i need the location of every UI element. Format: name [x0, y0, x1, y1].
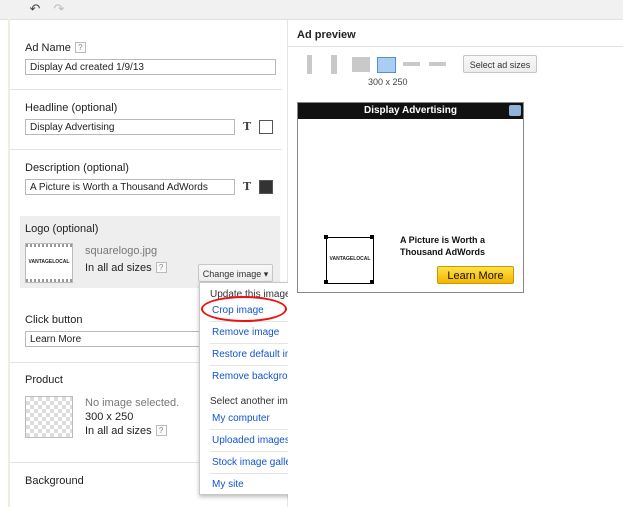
product-image-placeholder	[25, 396, 73, 438]
product-label: Product	[25, 374, 63, 386]
ad-size-square-icon[interactable]	[352, 57, 370, 72]
help-icon[interactable]: ?	[155, 262, 167, 273]
adchoices-icon	[509, 105, 521, 116]
description-color-swatch[interactable]	[259, 180, 273, 194]
crop-handle[interactable]	[324, 235, 328, 239]
logo-thumbnail: VANTAGELOCAL	[25, 243, 73, 283]
help-icon[interactable]: ?	[155, 425, 167, 436]
undo-icon[interactable]: ↶	[26, 2, 44, 16]
logo-thumb-text: VANTAGELOCAL	[28, 259, 70, 265]
text-format-icon[interactable]: T	[243, 180, 251, 193]
logo-sizes: In all ad sizes?	[85, 262, 167, 274]
toolbar: ↶ ↷	[0, 0, 623, 20]
description-input[interactable]: A Picture is Worth a Thousand AdWords	[25, 179, 235, 195]
ad-description: A Picture is Worth a Thousand AdWords	[400, 235, 486, 257]
click-button-label: Click button	[25, 314, 83, 326]
menu-item-my-computer[interactable]: My computer	[212, 413, 270, 424]
product-size: 300 x 250	[85, 411, 134, 423]
headline-color-swatch[interactable]	[259, 120, 273, 134]
ad-headline: Display Advertising	[298, 103, 523, 119]
ad-name-input[interactable]: Display Ad created 1/9/13	[25, 59, 276, 75]
ad-size-banner-icon[interactable]	[429, 62, 446, 66]
ad-size-leaderboard-icon[interactable]	[403, 62, 420, 66]
ad-logo: VANTAGELOCAL	[326, 237, 374, 284]
selected-size-label: 300 x 250	[368, 77, 408, 87]
crop-handle[interactable]	[370, 280, 374, 284]
change-image-button[interactable]: Change image ▾	[198, 264, 273, 282]
headline-label: Headline (optional)	[25, 102, 118, 114]
ad-size-medium-rectangle-icon[interactable]	[377, 57, 396, 73]
select-ad-sizes-button[interactable]: Select ad sizes	[463, 55, 537, 73]
divider	[288, 46, 623, 47]
help-icon[interactable]: ?	[74, 42, 86, 53]
text-format-icon[interactable]: T	[243, 120, 251, 133]
chevron-down-icon: ▾	[263, 269, 269, 279]
product-sizes: In all ad sizes?	[85, 425, 167, 437]
crop-handle[interactable]	[324, 280, 328, 284]
redo-icon[interactable]: ↷	[50, 2, 68, 16]
menu-item-remove-image[interactable]: Remove image	[212, 327, 279, 338]
divider	[10, 149, 282, 150]
background-label: Background	[25, 475, 84, 487]
menu-item-my-site[interactable]: My site	[212, 479, 244, 490]
ad-size-skyscraper-icon[interactable]	[307, 55, 312, 74]
divider	[10, 89, 282, 90]
headline-input[interactable]: Display Advertising	[25, 119, 235, 135]
crop-handle[interactable]	[370, 235, 374, 239]
highlight-circle	[201, 296, 287, 322]
menu-item-stock-gallery[interactable]: Stock image gallery	[212, 457, 299, 468]
ad-name-label: Ad Name?	[25, 42, 86, 54]
logo-filename: squarelogo.jpg	[85, 245, 158, 257]
logo-label: Logo (optional)	[25, 223, 99, 235]
product-no-image: No image selected.	[85, 397, 180, 409]
description-label: Description (optional)	[25, 162, 129, 174]
ad-size-wide-skyscraper-icon[interactable]	[331, 55, 337, 74]
click-button-select[interactable]: Learn More	[25, 331, 201, 347]
preview-title: Ad preview	[297, 29, 356, 41]
ad-logo-text: VANTAGELOCAL	[329, 256, 371, 262]
menu-item-uploaded-images[interactable]: Uploaded images	[212, 435, 290, 446]
ad-learn-more-button[interactable]: Learn More	[437, 266, 514, 284]
ad-preview: Display Advertising VANTAGELOCAL A Pictu…	[297, 102, 524, 293]
